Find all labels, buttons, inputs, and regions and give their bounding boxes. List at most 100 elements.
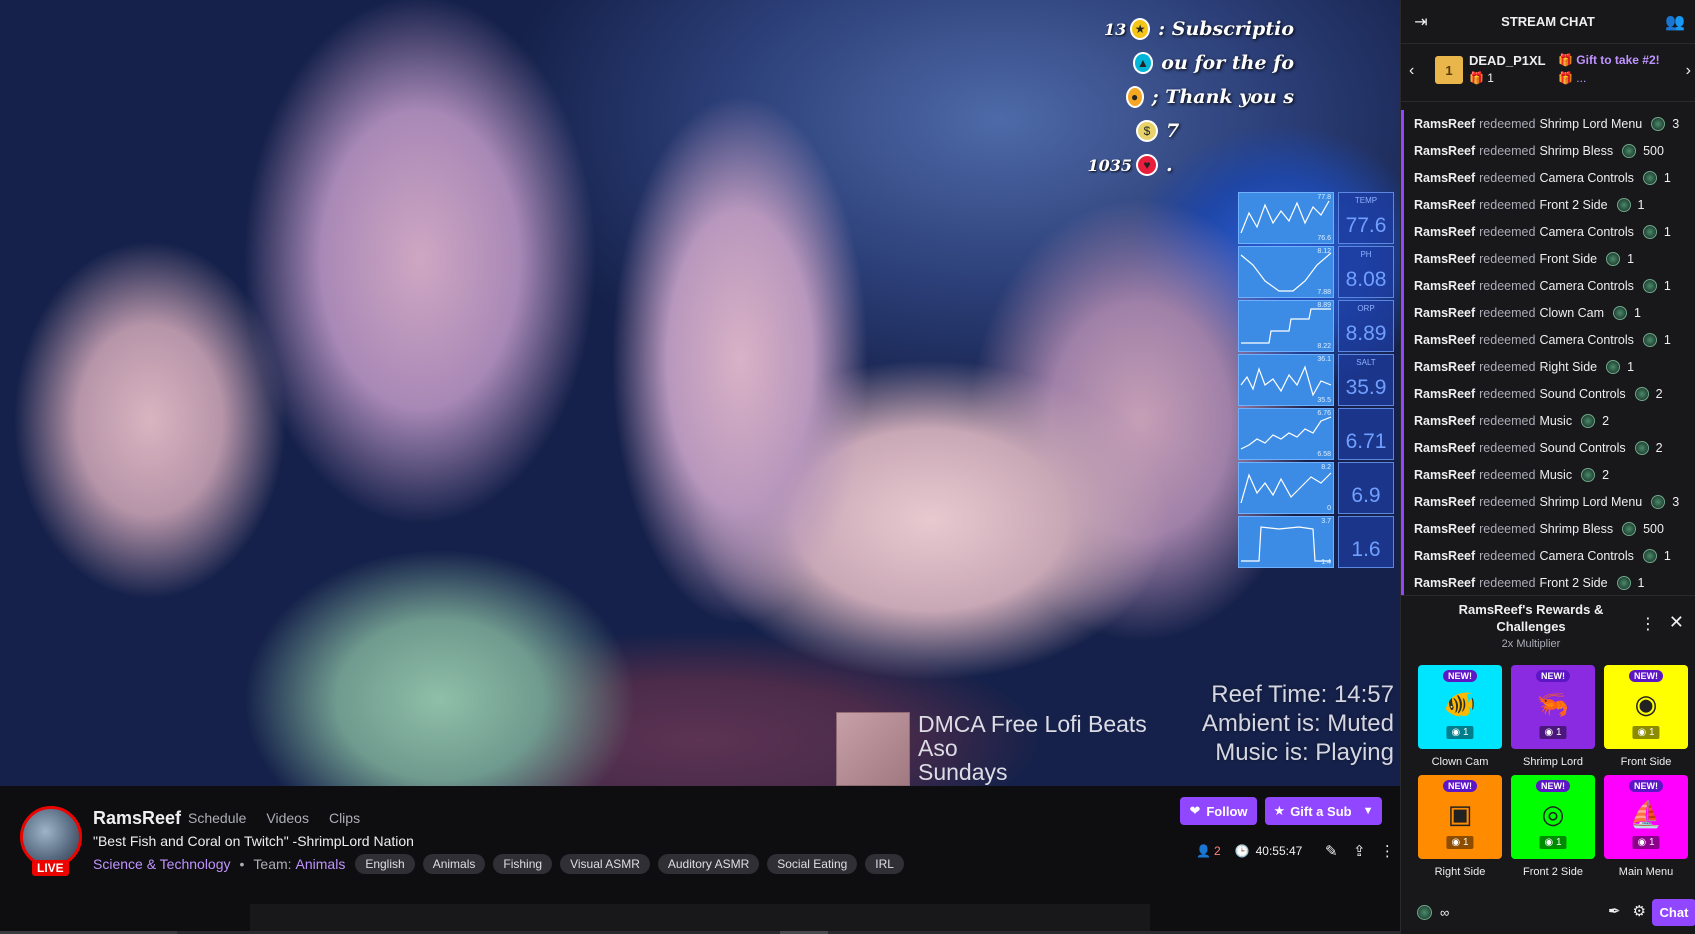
new-badge: NEW! bbox=[1443, 780, 1477, 792]
reward-card[interactable]: NEW! ◉ ◉ 1 Front Side bbox=[1604, 665, 1688, 768]
separator-dot: • bbox=[239, 856, 245, 872]
channel-name[interactable]: RamsReef bbox=[93, 808, 181, 829]
sensor-label: PH bbox=[1360, 250, 1372, 259]
channel-points-icon bbox=[1651, 494, 1666, 509]
chat-verb: redeemed bbox=[1479, 116, 1536, 131]
chat-username[interactable]: RamsReef bbox=[1414, 252, 1475, 266]
more-options-icon[interactable]: ⋮ bbox=[1376, 840, 1398, 862]
reward-card[interactable]: NEW! ⛵ ◉ 1 Main Menu bbox=[1604, 775, 1688, 878]
tag[interactable]: Visual ASMR bbox=[560, 854, 650, 874]
channel-points-icon bbox=[1642, 548, 1657, 563]
channel-points-icon bbox=[1634, 440, 1649, 455]
chat-reward-name: Music bbox=[1539, 467, 1573, 482]
chat-message: RamsReef redeemed Shrimp Lord Menu 3 bbox=[1404, 110, 1695, 137]
chat-verb: redeemed bbox=[1479, 467, 1536, 482]
chat-send-button[interactable]: Chat bbox=[1652, 899, 1695, 926]
chat-reward-name: Shrimp Lord Menu bbox=[1539, 116, 1643, 131]
chat-username[interactable]: RamsReef bbox=[1414, 360, 1475, 374]
chat-username[interactable]: RamsReef bbox=[1414, 225, 1475, 239]
chat-username[interactable]: RamsReef bbox=[1414, 576, 1475, 590]
tag[interactable]: Animals bbox=[422, 854, 486, 874]
chat-verb: redeemed bbox=[1479, 494, 1536, 509]
chat-reward-name: Shrimp Lord Menu bbox=[1539, 494, 1643, 509]
chat-username[interactable]: RamsReef bbox=[1414, 171, 1475, 185]
chat-message: RamsReef redeemed Music 2 bbox=[1404, 461, 1695, 488]
schedule-link[interactable]: Schedule bbox=[188, 810, 246, 826]
chat-username[interactable]: RamsReef bbox=[1414, 468, 1475, 482]
chat-username[interactable]: RamsReef bbox=[1414, 522, 1475, 536]
gift-count: 🎁 1 bbox=[1469, 71, 1494, 85]
sensor-value: 6.9 bbox=[1351, 484, 1381, 507]
tag[interactable]: IRL bbox=[865, 854, 904, 874]
category-link[interactable]: Science & Technology bbox=[93, 856, 231, 872]
chat-username[interactable]: RamsReef bbox=[1414, 306, 1475, 320]
chat-message: RamsReef redeemed Shrimp Bless 500 bbox=[1404, 137, 1695, 164]
chat-username[interactable]: RamsReef bbox=[1414, 279, 1475, 293]
gift-user[interactable]: DEAD_P1XL bbox=[1469, 53, 1546, 68]
tag[interactable]: Fishing bbox=[493, 854, 553, 874]
tag[interactable]: Auditory ASMR bbox=[657, 854, 760, 874]
community-icon[interactable]: 👥 bbox=[1665, 12, 1685, 32]
chat-reward-name: Camera Controls bbox=[1539, 224, 1634, 239]
stream-meta: Science & Technology • Team: Animals Eng… bbox=[93, 854, 912, 874]
collapse-chat-icon[interactable]: ⇥ bbox=[1411, 12, 1431, 32]
sensor-value: 6.71 bbox=[1345, 430, 1387, 453]
reward-card[interactable]: NEW! 🦐 ◉ 1 Shrimp Lord bbox=[1511, 665, 1595, 768]
chat-username[interactable]: RamsReef bbox=[1414, 387, 1475, 401]
chat-verb: redeemed bbox=[1479, 413, 1536, 428]
chat-messages[interactable]: RamsReef redeemed Shrimp Lord Menu 3 Rams… bbox=[1401, 110, 1695, 595]
avatar[interactable] bbox=[20, 806, 82, 868]
alert-message: : Subscriptio bbox=[1158, 18, 1294, 40]
chat-message: RamsReef redeemed Camera Controls 1 bbox=[1404, 326, 1695, 353]
channel-points[interactable]: ∞ bbox=[1417, 904, 1449, 920]
close-icon[interactable]: ✕ bbox=[1669, 612, 1684, 633]
chat-username[interactable]: RamsReef bbox=[1414, 414, 1475, 428]
chat-message: RamsReef redeemed Camera Controls 1 bbox=[1404, 164, 1695, 191]
chat-verb: redeemed bbox=[1479, 386, 1536, 401]
channel-points-icon bbox=[1642, 224, 1657, 239]
pen-icon[interactable]: ✒ bbox=[1608, 902, 1621, 920]
share-icon[interactable]: ⇪ bbox=[1348, 840, 1370, 862]
follow-button[interactable]: ❤ Follow bbox=[1180, 797, 1257, 825]
tag[interactable]: English bbox=[355, 854, 415, 874]
chat-message: RamsReef redeemed Camera Controls 1 bbox=[1404, 218, 1695, 245]
chat-verb: redeemed bbox=[1479, 305, 1536, 320]
sensor-value: 1.6 bbox=[1351, 538, 1381, 561]
videos-link[interactable]: Videos bbox=[266, 810, 309, 826]
more-options-icon[interactable]: ⋮ bbox=[1640, 614, 1656, 634]
alert-row: 1035 ♥ . bbox=[1084, 148, 1294, 182]
chevron-left-icon[interactable]: ‹ bbox=[1409, 62, 1414, 80]
clips-link[interactable]: Clips bbox=[329, 810, 360, 826]
sensor-max: 77.8 bbox=[1317, 194, 1331, 201]
chat-username[interactable]: RamsReef bbox=[1414, 441, 1475, 455]
chat-username[interactable]: RamsReef bbox=[1414, 333, 1475, 347]
chat-message: RamsReef redeemed Music 2 bbox=[1404, 407, 1695, 434]
chat-verb: redeemed bbox=[1479, 224, 1536, 239]
sensor-max: 6.76 bbox=[1317, 410, 1331, 417]
music-line-2: Aso bbox=[918, 735, 958, 761]
chat-username[interactable]: RamsReef bbox=[1414, 144, 1475, 158]
sensor-max: 3.7 bbox=[1321, 518, 1331, 525]
chat-reward-name: Front 2 Side bbox=[1539, 197, 1608, 212]
chat-username[interactable]: RamsReef bbox=[1414, 198, 1475, 212]
edit-icon[interactable]: ✎ bbox=[1320, 840, 1342, 862]
gift-sub-button[interactable]: ★ Gift a Sub ▼ bbox=[1265, 797, 1382, 825]
reef-info-overlay: Reef Time: 14:57 Ambient is: Muted Music… bbox=[1202, 680, 1394, 767]
reward-card[interactable]: NEW! ◎ ◉ 1 Front 2 Side bbox=[1511, 775, 1595, 878]
video-player[interactable]: 13 ★ : Subscriptio ▲ ou for the fo ● ; T… bbox=[0, 0, 1400, 786]
chevron-right-icon[interactable]: › bbox=[1686, 62, 1691, 80]
chat-reward-name: Music bbox=[1539, 413, 1573, 428]
reward-card[interactable]: NEW! 🐠 ◉ 1 Clown Cam bbox=[1418, 665, 1502, 768]
reward-card[interactable]: NEW! ▣ ◉ 1 Right Side bbox=[1418, 775, 1502, 878]
gear-icon[interactable]: ⚙ bbox=[1633, 902, 1646, 920]
lens-icon: ◎ bbox=[1541, 798, 1565, 829]
chat-reward-cost: 1 bbox=[1637, 197, 1645, 212]
alert-row: ● ; Thank you s bbox=[1084, 80, 1294, 114]
new-badge: NEW! bbox=[1629, 670, 1663, 682]
chat-reward-cost: 1 bbox=[1634, 305, 1641, 320]
chat-username[interactable]: RamsReef bbox=[1414, 549, 1475, 563]
chat-username[interactable]: RamsReef bbox=[1414, 495, 1475, 509]
team-link[interactable]: Animals bbox=[296, 856, 346, 872]
chat-username[interactable]: RamsReef bbox=[1414, 117, 1475, 131]
tag[interactable]: Social Eating bbox=[767, 854, 858, 874]
